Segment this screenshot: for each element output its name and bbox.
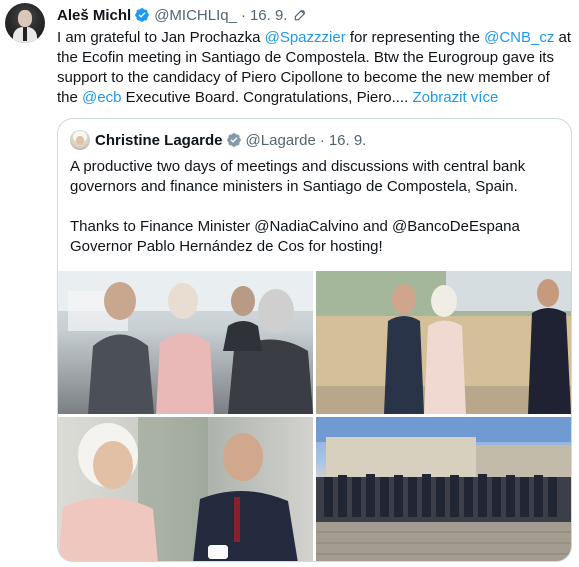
tweet-text-part: I am grateful to Jan Prochazka xyxy=(57,29,265,46)
quoted-author-name: Christine Lagarde xyxy=(95,131,223,149)
mention-link[interactable]: @ecb xyxy=(82,89,121,106)
tweet-header: Aleš Michl @MICHLIq_ · 16. 9. xyxy=(57,5,307,25)
photo-conversation[interactable] xyxy=(58,417,313,561)
tweet: Aleš Michl @MICHLIq_ · 16. 9. I am grate… xyxy=(0,0,579,567)
mention-link[interactable]: @CNB_cz xyxy=(484,29,554,46)
quoted-author-handle: @Lagarde xyxy=(245,131,316,149)
author-avatar[interactable] xyxy=(5,3,45,43)
quoted-paragraph: A productive two days of meetings and di… xyxy=(70,158,526,195)
edited-pencil-icon[interactable] xyxy=(293,8,307,22)
photo-outdoor-walk[interactable] xyxy=(316,271,571,414)
tweet-text: I am grateful to Jan Prochazka @Spazzzie… xyxy=(57,28,572,108)
photo-family-group[interactable] xyxy=(316,417,571,561)
quoted-paragraph: Thanks to Finance Minister @NadiaCalvino… xyxy=(70,218,520,255)
separator-dot: · xyxy=(319,131,325,149)
quoted-tweet-date: 16. 9. xyxy=(328,131,367,149)
tweet-text-part: Executive Board. Congratulations, Piero.… xyxy=(121,89,413,106)
tweet-text-part: for representing the xyxy=(345,29,485,46)
verified-badge-icon xyxy=(226,133,241,147)
photo-grid xyxy=(58,271,571,561)
quoted-tweet[interactable]: Christine Lagarde @Lagarde · 16. 9. A pr… xyxy=(57,118,572,562)
author-handle[interactable]: @MICHLIq_ xyxy=(154,7,237,24)
mention-link[interactable]: @Spazzzier xyxy=(265,29,346,46)
verified-badge-icon xyxy=(135,8,150,22)
quoted-tweet-text: A productive two days of meetings and di… xyxy=(70,157,560,257)
quoted-tweet-header: Christine Lagarde @Lagarde · 16. 9. xyxy=(70,130,366,150)
tweet-date[interactable]: 16. 9. xyxy=(250,7,288,24)
show-more-link[interactable]: Zobrazit více xyxy=(412,89,498,106)
separator-dot: · xyxy=(240,6,246,24)
photo-meeting-group[interactable] xyxy=(58,271,313,414)
quoted-author-avatar xyxy=(70,130,90,150)
author-name[interactable]: Aleš Michl xyxy=(57,7,131,24)
